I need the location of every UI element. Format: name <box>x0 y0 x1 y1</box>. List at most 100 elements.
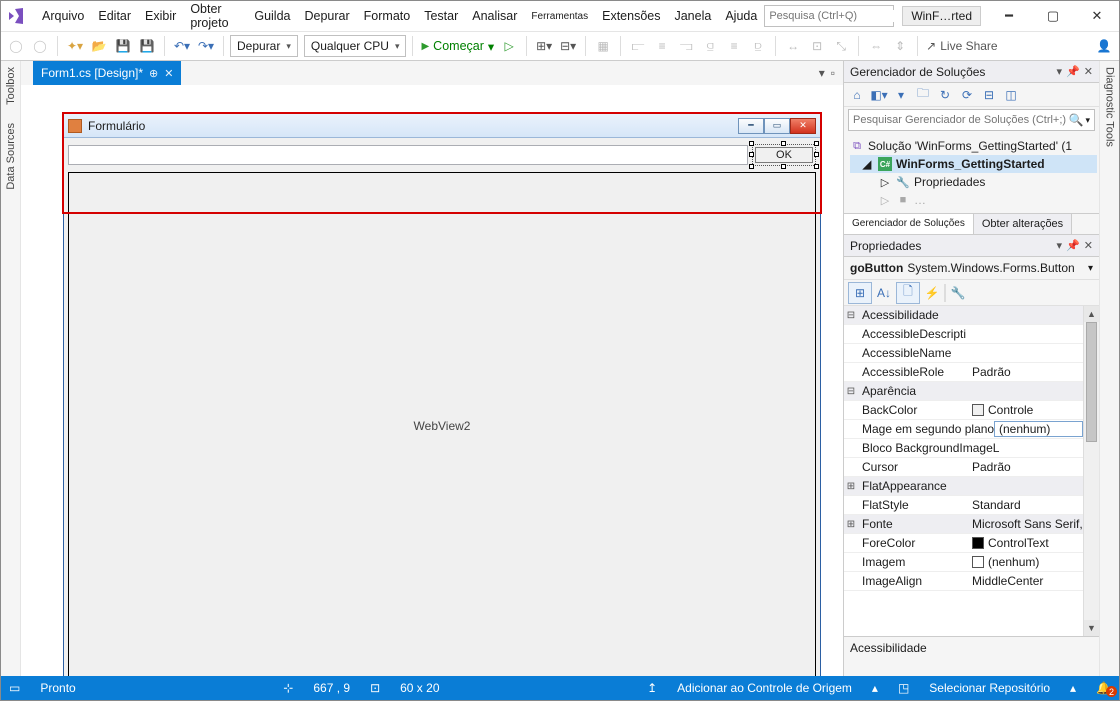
vspace-icon[interactable]: ⇕ <box>889 35 911 57</box>
expander-icon[interactable]: ⊟ <box>844 310 858 321</box>
property-pages-icon[interactable]: 🔧 <box>946 282 970 304</box>
liveshare-button[interactable]: ↗ Live Share <box>924 35 999 57</box>
toolbar-misc-1-icon[interactable]: ⊞▾ <box>533 35 555 57</box>
nav-fwd-icon[interactable]: ◯ <box>29 35 51 57</box>
config-combo[interactable]: Depurar <box>230 35 298 57</box>
form-close-icon[interactable]: ✕ <box>790 118 816 134</box>
scroll-down-icon[interactable]: ▼ <box>1084 620 1099 636</box>
tab-window-icon[interactable]: ▫ <box>831 66 835 80</box>
menu-help[interactable]: Ajuda <box>718 5 764 27</box>
panel-pin-icon[interactable]: 📌 <box>1066 239 1080 252</box>
tab-form1-design[interactable]: Form1.cs [Design]* ⊕ ✕ <box>33 61 181 85</box>
align-right-icon[interactable]: ⫎ <box>675 35 697 57</box>
ok-button-selection[interactable]: OK <box>752 144 816 166</box>
quick-search[interactable]: 🔍 <box>764 5 894 27</box>
new-item-icon[interactable]: ✦▾ <box>64 35 86 57</box>
sol-refresh-icon[interactable]: ↻ <box>936 88 954 102</box>
data-sources-tab[interactable]: Data Sources <box>5 123 17 190</box>
account-icon[interactable]: 👤 <box>1093 35 1115 57</box>
scroll-thumb[interactable] <box>1086 322 1097 442</box>
properties-scrollbar[interactable]: ▲ ▼ <box>1083 306 1099 636</box>
properties-object-selector[interactable]: goButtonSystem.Windows.Forms.Button ▾ <box>844 257 1099 280</box>
align-center-icon[interactable]: ≡ <box>651 35 673 57</box>
chevron-down-icon[interactable]: ▾ <box>1088 263 1093 274</box>
panel-dropdown-icon[interactable]: ▾ <box>1057 239 1063 252</box>
properties-view-icon[interactable]: 🗋 <box>896 282 920 304</box>
form-min-icon[interactable]: ━ <box>738 118 764 134</box>
status-repo[interactable]: Selecionar Repositório <box>929 681 1050 695</box>
menu-window[interactable]: Janela <box>667 5 718 27</box>
menu-view[interactable]: Exibir <box>138 5 183 27</box>
solution-tree[interactable]: ⧉ Solução 'WinForms_GettingStarted' (1 ◢… <box>844 133 1099 213</box>
sol-home-icon[interactable]: ⌂ <box>848 88 866 102</box>
tab-solution-explorer[interactable]: Gerenciador de Soluções <box>844 214 974 234</box>
tab-overflow-icon[interactable]: ▾ <box>819 66 825 80</box>
panel-pin-icon[interactable]: 📌 <box>1066 65 1080 78</box>
undo-icon[interactable]: ↶▾ <box>171 35 193 57</box>
open-icon[interactable]: 📂 <box>88 35 110 57</box>
menu-format[interactable]: Formato <box>357 5 418 27</box>
search-dropdown-icon[interactable]: ▾ <box>1085 115 1090 126</box>
hspace-icon[interactable]: ⇔ <box>865 35 887 57</box>
tree-solution-root[interactable]: ⧉ Solução 'WinForms_GettingStarted' (1 <box>850 137 1097 155</box>
notifications-icon[interactable]: 🔔 <box>1096 681 1111 695</box>
panel-close-icon[interactable]: ✕ <box>1084 65 1093 78</box>
expander-closed-icon[interactable]: ▷ <box>878 175 892 189</box>
ok-button[interactable]: OK <box>755 147 813 163</box>
save-all-icon[interactable]: 💾 <box>136 35 158 57</box>
project-name-badge[interactable]: WinF…rted <box>902 6 981 26</box>
align-middle-icon[interactable]: ≡ <box>723 35 745 57</box>
start-nodebug-icon[interactable]: ▷ <box>498 35 520 57</box>
expander-icon[interactable]: ⊞ <box>844 519 858 530</box>
properties-grid[interactable]: ⊟Acessibilidade AccessibleDescripti Acce… <box>844 306 1083 636</box>
alphabetical-icon[interactable]: A↓ <box>872 282 896 304</box>
address-textbox[interactable] <box>68 145 748 165</box>
status-source-control[interactable]: Adicionar ao Controle de Origem <box>677 681 852 695</box>
start-debug-button[interactable]: Começar▾ <box>419 35 496 57</box>
events-icon[interactable]: ⚡ <box>920 282 944 304</box>
form-max-icon[interactable]: ▭ <box>764 118 790 134</box>
quick-search-input[interactable] <box>769 10 911 22</box>
save-icon[interactable]: 💾 <box>112 35 134 57</box>
menu-extensions[interactable]: Extensões <box>595 5 667 27</box>
tree-project[interactable]: ◢ C# WinForms_GettingStarted <box>850 155 1097 173</box>
redo-icon[interactable]: ↷▾ <box>195 35 217 57</box>
size-height-icon[interactable]: ⊡ <box>806 35 828 57</box>
tree-more-node[interactable]: ▷■… <box>850 191 1097 209</box>
source-control-icon[interactable]: ↥ <box>647 681 657 695</box>
scroll-up-icon[interactable]: ▲ <box>1084 306 1099 322</box>
expander-icon[interactable]: ⊟ <box>844 386 858 397</box>
align-bottom-icon[interactable]: ⫒ <box>747 35 769 57</box>
solution-search[interactable]: 🔍 ▾ <box>848 109 1095 131</box>
menu-debug[interactable]: Depurar <box>297 5 356 27</box>
pin-icon[interactable]: ⊕ <box>149 67 158 80</box>
categorized-icon[interactable]: ⊞ <box>848 282 872 304</box>
window-maximize-icon[interactable]: ▢ <box>1031 1 1075 31</box>
tree-properties-node[interactable]: ▷ 🔧 Propriedades <box>850 173 1097 191</box>
align-grid-icon[interactable]: ▦ <box>592 35 614 57</box>
solution-search-input[interactable] <box>853 114 1069 126</box>
menu-guild[interactable]: Guilda <box>247 5 297 27</box>
align-top-icon[interactable]: ⫑ <box>699 35 721 57</box>
sol-views-icon[interactable]: ◧▾ <box>870 88 888 102</box>
diagnostic-tools-tab[interactable]: Diagnostic Tools <box>1104 67 1116 147</box>
align-left-icon[interactable]: ⫍ <box>627 35 649 57</box>
size-both-icon[interactable]: ⤡ <box>830 35 852 57</box>
toolbox-tab[interactable]: Toolbox <box>5 67 17 105</box>
nav-back-icon[interactable]: ◯ <box>5 35 27 57</box>
close-tab-icon[interactable]: ✕ <box>164 67 173 80</box>
form-window[interactable]: Formulário ━ ▭ ✕ OK <box>63 113 821 676</box>
sol-showall-icon[interactable]: 🗀 <box>914 84 932 105</box>
platform-combo[interactable]: Qualquer CPU <box>304 35 407 57</box>
menu-analyze[interactable]: Analisar <box>465 5 524 27</box>
expander-open-icon[interactable]: ◢ <box>860 157 874 171</box>
window-close-icon[interactable]: ✕ <box>1075 1 1119 31</box>
panel-dropdown-icon[interactable]: ▾ <box>1057 65 1063 78</box>
size-width-icon[interactable]: ↔ <box>782 35 804 57</box>
tab-get-changes[interactable]: Obter alterações <box>974 214 1072 234</box>
menu-file[interactable]: Arquivo <box>35 5 91 27</box>
menu-edit[interactable]: Editar <box>91 5 138 27</box>
menu-test[interactable]: Testar <box>417 5 465 27</box>
sol-props-icon[interactable]: ◫ <box>1002 88 1020 102</box>
menu-tools[interactable]: Ferramentas <box>524 7 595 26</box>
